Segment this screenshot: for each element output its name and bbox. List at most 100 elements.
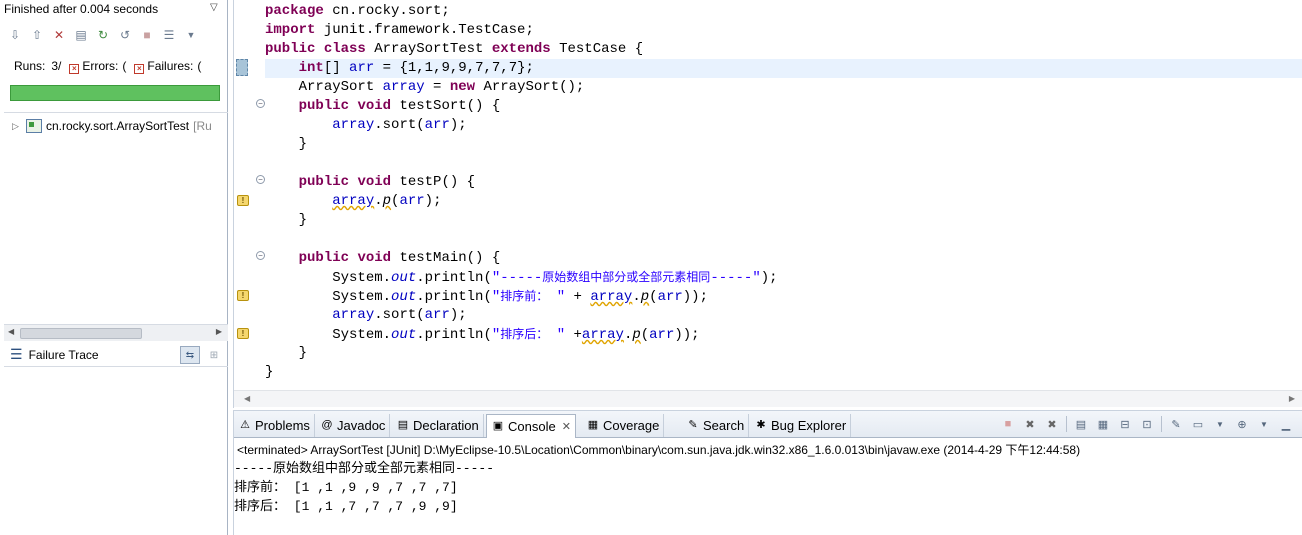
console-icon: ▣ (492, 420, 504, 432)
scroll-lock-icon[interactable]: ▤ (1073, 416, 1089, 432)
open-console-icon[interactable]: ⊕ (1234, 416, 1250, 432)
tab-problems[interactable]: ⚠ Problems (234, 414, 315, 437)
dropdown-icon[interactable]: ▼ (1212, 416, 1228, 432)
tab-coverage[interactable]: ▦ Coverage (582, 414, 665, 437)
code-line[interactable]: public class ArraySortTest extends TestC… (265, 40, 1302, 59)
code-token: = {1,1,9,9,7,7,7}; (374, 60, 534, 76)
code-line[interactable]: } (265, 135, 1302, 154)
tab-search[interactable]: ✎ Search (682, 414, 750, 437)
code-line[interactable]: } (265, 211, 1302, 230)
tab-javadoc[interactable]: @ Javadoc (316, 414, 391, 437)
code-line[interactable]: import junit.framework.TestCase; (265, 21, 1302, 40)
filter-stack-icon[interactable]: ⇆ (180, 346, 200, 364)
errors-label: Errors: (82, 59, 119, 73)
code-line[interactable]: array.sort(arr); (265, 306, 1302, 325)
remove-launch-icon[interactable]: ✖ (1022, 416, 1038, 432)
failure-trace-icon: ☰ (10, 346, 23, 362)
code-line[interactable]: public void testP() { (265, 173, 1302, 192)
fold-toggle-icon[interactable]: − (256, 251, 265, 260)
view-menu-icon[interactable]: ▽ (210, 2, 218, 13)
junit-view: Finished after 0.004 seconds ▽ ⇩ ⇧ ✕ ▤ ↻… (0, 0, 228, 535)
pin-icon[interactable]: ⊟ (1117, 416, 1133, 432)
show-failures-only-icon[interactable]: ✕ (50, 26, 68, 44)
new-console-icon[interactable]: ✎ (1168, 416, 1184, 432)
code-line[interactable]: System.out.println("排序前： " + array.p(arr… (265, 287, 1302, 306)
code-line[interactable]: array.sort(arr); (265, 116, 1302, 135)
occurrence-marker-icon (236, 59, 248, 76)
minimize-icon[interactable]: ▁ (1278, 416, 1294, 432)
code-token: cn.rocky.sort; (323, 3, 450, 19)
code-token: } (265, 364, 274, 380)
code-token: ArraySort (298, 79, 383, 95)
display-console-icon[interactable]: ▭ (1190, 416, 1206, 432)
code-line[interactable]: package cn.rocky.sort; (265, 2, 1302, 21)
console-output-line: 排序后： [1 ,1 ,7 ,7 ,7 ,9 ,9] (234, 499, 458, 514)
code-token: junit.framework.TestCase; (315, 22, 534, 38)
javadoc-icon: @ (321, 419, 333, 431)
code-line[interactable] (265, 154, 1302, 173)
word-wrap-icon[interactable]: ⊡ (1139, 416, 1155, 432)
failures-value: ( (197, 59, 202, 73)
code-token: public (298, 250, 350, 266)
fold-toggle-icon[interactable]: − (256, 99, 265, 108)
code-token: array (382, 79, 425, 95)
tab-console[interactable]: ▣ Console ✕ (486, 414, 576, 438)
tab-label: Coverage (603, 418, 660, 433)
scroll-lock-icon[interactable]: ▤ (72, 26, 90, 44)
close-tab-icon[interactable]: ✕ (562, 420, 571, 433)
tab-bug-explorer[interactable]: ✱ Bug Explorer (750, 414, 852, 437)
code-line[interactable]: System.out.println("-----原始数组中部分或全部元素相同-… (265, 268, 1302, 287)
code-line[interactable] (265, 230, 1302, 249)
rerun-icon[interactable]: ↻ (94, 26, 112, 44)
next-failure-icon[interactable]: ⇩ (6, 26, 24, 44)
code-line[interactable]: public void testMain() { (265, 249, 1302, 268)
tree-horizontal-scrollbar[interactable]: ◀ ▶ (4, 324, 228, 341)
stop-icon[interactable]: ■ (138, 26, 156, 44)
tree-item-test-suite[interactable]: ▷ cn.rocky.sort.ArraySortTest [Ru (12, 119, 212, 133)
code-token: arr (424, 307, 450, 323)
code-line[interactable]: public void testSort() { (265, 97, 1302, 116)
code-token: void (357, 174, 392, 190)
code-line[interactable]: int[] arr = {1,1,9,9,7,7,7}; (265, 59, 1302, 78)
prev-failure-icon[interactable]: ⇧ (28, 26, 46, 44)
rerun-failed-icon[interactable]: ↺ (116, 26, 134, 44)
code-line[interactable]: array.p(arr); (265, 192, 1302, 211)
scroll-right-icon[interactable]: ▶ (1289, 394, 1295, 403)
code-editor[interactable]: − − ! − ! ! package cn.rocky.sort; import… (233, 0, 1302, 408)
code-token: p (632, 327, 641, 343)
code-token: ArraySort(); (475, 79, 585, 95)
scrollbar-thumb[interactable] (20, 328, 142, 339)
compare-results-icon[interactable]: ⊞ (204, 346, 224, 364)
code-line[interactable]: ArraySort array = new ArraySort(); (265, 78, 1302, 97)
junit-counters: Runs: 3/ × Errors: ( × Failures: ( (0, 56, 228, 76)
code-line[interactable]: System.out.println("排序后： " +array.p(arr)… (265, 325, 1302, 344)
dropdown-icon[interactable]: ▼ (182, 26, 200, 44)
code-token: .println( (416, 289, 492, 305)
show-when-changes-icon[interactable]: ▦ (1095, 416, 1111, 432)
code-lines[interactable]: package cn.rocky.sort; import junit.frame… (265, 2, 1302, 382)
scroll-right-icon[interactable]: ▶ (216, 327, 222, 336)
tab-declaration[interactable]: ▤ Declaration (392, 414, 484, 437)
runs-label: Runs: (14, 59, 46, 73)
tree-item-label: cn.rocky.sort.ArraySortTest (46, 119, 190, 133)
code-token: p (640, 289, 650, 305)
code-token: System. (332, 327, 392, 343)
scroll-left-icon[interactable]: ◀ (244, 394, 250, 403)
code-token: array (332, 307, 375, 323)
fold-toggle-icon[interactable]: − (256, 175, 265, 184)
code-token: ); (449, 307, 467, 323)
dropdown-icon[interactable]: ▼ (1256, 416, 1272, 432)
tab-label: Search (703, 418, 745, 433)
console-output[interactable]: -----原始数组中部分或全部元素相同----- 排序前： [1 ,1 ,9 ,9… (234, 459, 494, 516)
editor-horizontal-scrollbar[interactable]: ◀ ▶ (234, 390, 1302, 407)
scroll-left-icon[interactable]: ◀ (8, 327, 14, 336)
code-line[interactable]: } (265, 344, 1302, 363)
code-token: package (265, 3, 324, 19)
code-line[interactable]: } (265, 363, 1302, 382)
expand-arrow-icon[interactable]: ▷ (12, 121, 22, 132)
history-icon[interactable]: ☰ (160, 26, 178, 44)
remove-all-icon[interactable]: ✖ (1044, 416, 1060, 432)
bottom-panel: ⚠ Problems @ Javadoc ▤ Declaration ▣ Console ✕ ▦ C… (233, 410, 1302, 535)
terminate-icon[interactable]: ■ (1000, 416, 1016, 432)
